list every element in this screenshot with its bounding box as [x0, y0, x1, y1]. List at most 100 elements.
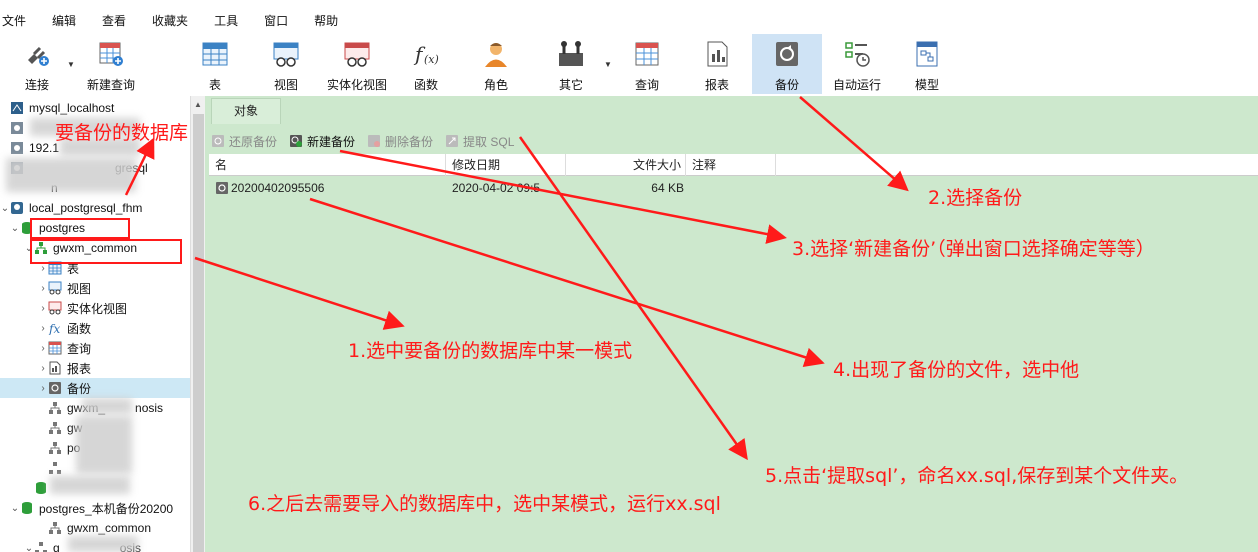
new-query-button[interactable]: 新建查询	[76, 34, 146, 94]
schema-icon	[49, 522, 61, 534]
database-icon	[22, 502, 32, 514]
schema-icon	[49, 422, 61, 434]
expand-icon[interactable]: ›	[38, 323, 48, 334]
backup-action-bar: 还原备份 新建备份 删除备份 提取 SQL	[205, 129, 1258, 153]
backup-date: 2020-04-02 09:5	[452, 181, 541, 195]
schema-icon	[49, 462, 61, 474]
postgres-connection-icon	[11, 122, 23, 134]
other-button[interactable]: 其它	[536, 34, 606, 94]
schema-icon	[49, 442, 61, 454]
menu-view[interactable]: 查看	[90, 12, 140, 29]
role-button[interactable]: 角色	[461, 34, 531, 94]
scroll-up-icon[interactable]: ▲	[194, 100, 202, 109]
new-backup-button[interactable]: 新建备份	[289, 133, 355, 150]
view-icon	[273, 42, 299, 67]
connect-dropdown-icon[interactable]: ▼	[67, 60, 75, 69]
new-backup-icon	[290, 135, 303, 147]
tree-views[interactable]: › 视图	[0, 278, 190, 298]
backup-name: 20200402095506	[231, 181, 325, 195]
collapse-icon[interactable]: ⌄	[10, 503, 20, 514]
expand-icon[interactable]: ›	[38, 383, 48, 394]
redacted-block	[82, 398, 132, 414]
tree-local-postgresql-fhm[interactable]: ⌄ local_postgresql_fhm	[0, 198, 190, 218]
query-icon	[635, 42, 659, 66]
schedule-icon	[845, 42, 870, 67]
menu-window[interactable]: 窗口	[252, 12, 302, 29]
auto-run-button[interactable]: 自动运行	[822, 34, 892, 94]
column-name[interactable]: 名	[209, 154, 446, 176]
tree-schema-gwxm-common-2[interactable]: gwxm_common	[0, 518, 190, 538]
tree-db-postgres-backup[interactable]: ⌄ postgres_本机备份20200	[0, 498, 190, 518]
menu-favorites[interactable]: 收藏夹	[140, 12, 202, 29]
expand-icon[interactable]: ›	[38, 363, 48, 374]
redacted-block	[6, 158, 136, 192]
menu-bar: 文件 编辑 查看 收藏夹 工具 窗口 帮助	[0, 9, 1258, 31]
tree-reports[interactable]: › 报表	[0, 358, 190, 378]
tab-objects[interactable]: 对象	[211, 98, 281, 124]
tools-icon	[559, 41, 583, 66]
view-button[interactable]: 视图	[251, 34, 321, 94]
tree-backups[interactable]: › 备份	[0, 378, 190, 398]
table-row[interactable]: 20200402095506 2020-04-02 09:5 64 KB	[209, 178, 1258, 198]
collapse-icon[interactable]: ⌄	[10, 223, 20, 234]
sidebar-scrollbar[interactable]: ▲	[190, 96, 205, 552]
delete-backup-button[interactable]: 删除备份	[367, 133, 433, 150]
database-icon	[36, 482, 46, 494]
annotation-step4: 4.出现了备份的文件，选中他	[833, 359, 1080, 381]
query-button[interactable]: 查询	[612, 34, 682, 94]
backup-list-header: 名 修改日期 文件大小 注释	[209, 154, 1258, 176]
user-icon	[485, 43, 507, 67]
plug-icon	[28, 46, 49, 66]
annotation-select-db: 要备份的数据库	[55, 122, 189, 144]
restore-backup-button[interactable]: 还原备份	[211, 133, 277, 150]
collapse-icon[interactable]: ⌄	[0, 203, 10, 214]
backup-icon	[49, 382, 61, 394]
expand-icon[interactable]: ›	[38, 343, 48, 354]
tree-materialized-views[interactable]: › 实体化视图	[0, 298, 190, 318]
connection-tree: mysql_localhost 192.1 gresql n ⌄ local_p…	[0, 96, 190, 552]
menu-help[interactable]: 帮助	[302, 12, 352, 29]
column-file-size[interactable]: 文件大小	[566, 154, 686, 176]
function-icon: fx	[48, 322, 60, 335]
connect-button[interactable]: 连接	[2, 34, 72, 94]
highlight-postgres-db	[30, 218, 130, 239]
annotation-step2: 2.选择备份	[928, 187, 1023, 209]
function-icon: f (x)	[413, 42, 439, 66]
navicat-window: 文件 编辑 查看 收藏夹 工具 窗口 帮助 连接 ▼ 新建查询 表 视图 实体化…	[0, 0, 1258, 552]
materialized-view-icon	[48, 301, 62, 315]
model-button[interactable]: 模型	[892, 34, 962, 94]
report-icon	[49, 361, 61, 375]
expand-icon[interactable]: ›	[38, 263, 48, 274]
expand-icon[interactable]: ›	[38, 303, 48, 314]
collapse-icon[interactable]: ⌄	[24, 543, 34, 552]
tree-mysql-localhost[interactable]: mysql_localhost	[0, 98, 190, 118]
annotation-step1: 1.选中要备份的数据库中某一模式	[348, 340, 633, 362]
expand-icon[interactable]: ›	[38, 283, 48, 294]
mysql-connection-icon	[11, 102, 23, 114]
menu-file[interactable]: 文件	[0, 12, 40, 29]
materialized-view-button[interactable]: 实体化视图	[321, 34, 393, 94]
extract-sql-icon	[446, 135, 459, 147]
query-icon	[48, 341, 62, 355]
table-button[interactable]: 表	[180, 34, 250, 94]
scrollbar-thumb[interactable]	[193, 114, 204, 552]
schema-icon	[35, 542, 47, 552]
menu-edit[interactable]: 编辑	[40, 12, 90, 29]
extract-sql-button[interactable]: 提取 SQL	[445, 133, 514, 150]
backup-size: 64 KB	[651, 181, 684, 195]
backup-button[interactable]: 备份	[752, 34, 822, 94]
annotation-step6: 6.之后去需要导入的数据库中，选中某模式，运行xx.sql	[248, 493, 721, 515]
tree-functions[interactable]: › fx 函数	[0, 318, 190, 338]
column-modified-date[interactable]: 修改日期	[446, 154, 566, 176]
other-dropdown-icon[interactable]: ▼	[604, 60, 612, 69]
function-button[interactable]: f (x) 函数	[391, 34, 461, 94]
report-button[interactable]: 报表	[682, 34, 752, 94]
tree-queries[interactable]: › 查询	[0, 338, 190, 358]
view-icon	[48, 281, 62, 295]
menu-tools[interactable]: 工具	[202, 12, 252, 29]
column-comment[interactable]: 注释	[686, 154, 776, 176]
backup-icon	[776, 42, 798, 66]
delete-backup-icon	[368, 135, 381, 147]
model-icon	[916, 41, 938, 67]
new-query-icon	[99, 42, 123, 66]
